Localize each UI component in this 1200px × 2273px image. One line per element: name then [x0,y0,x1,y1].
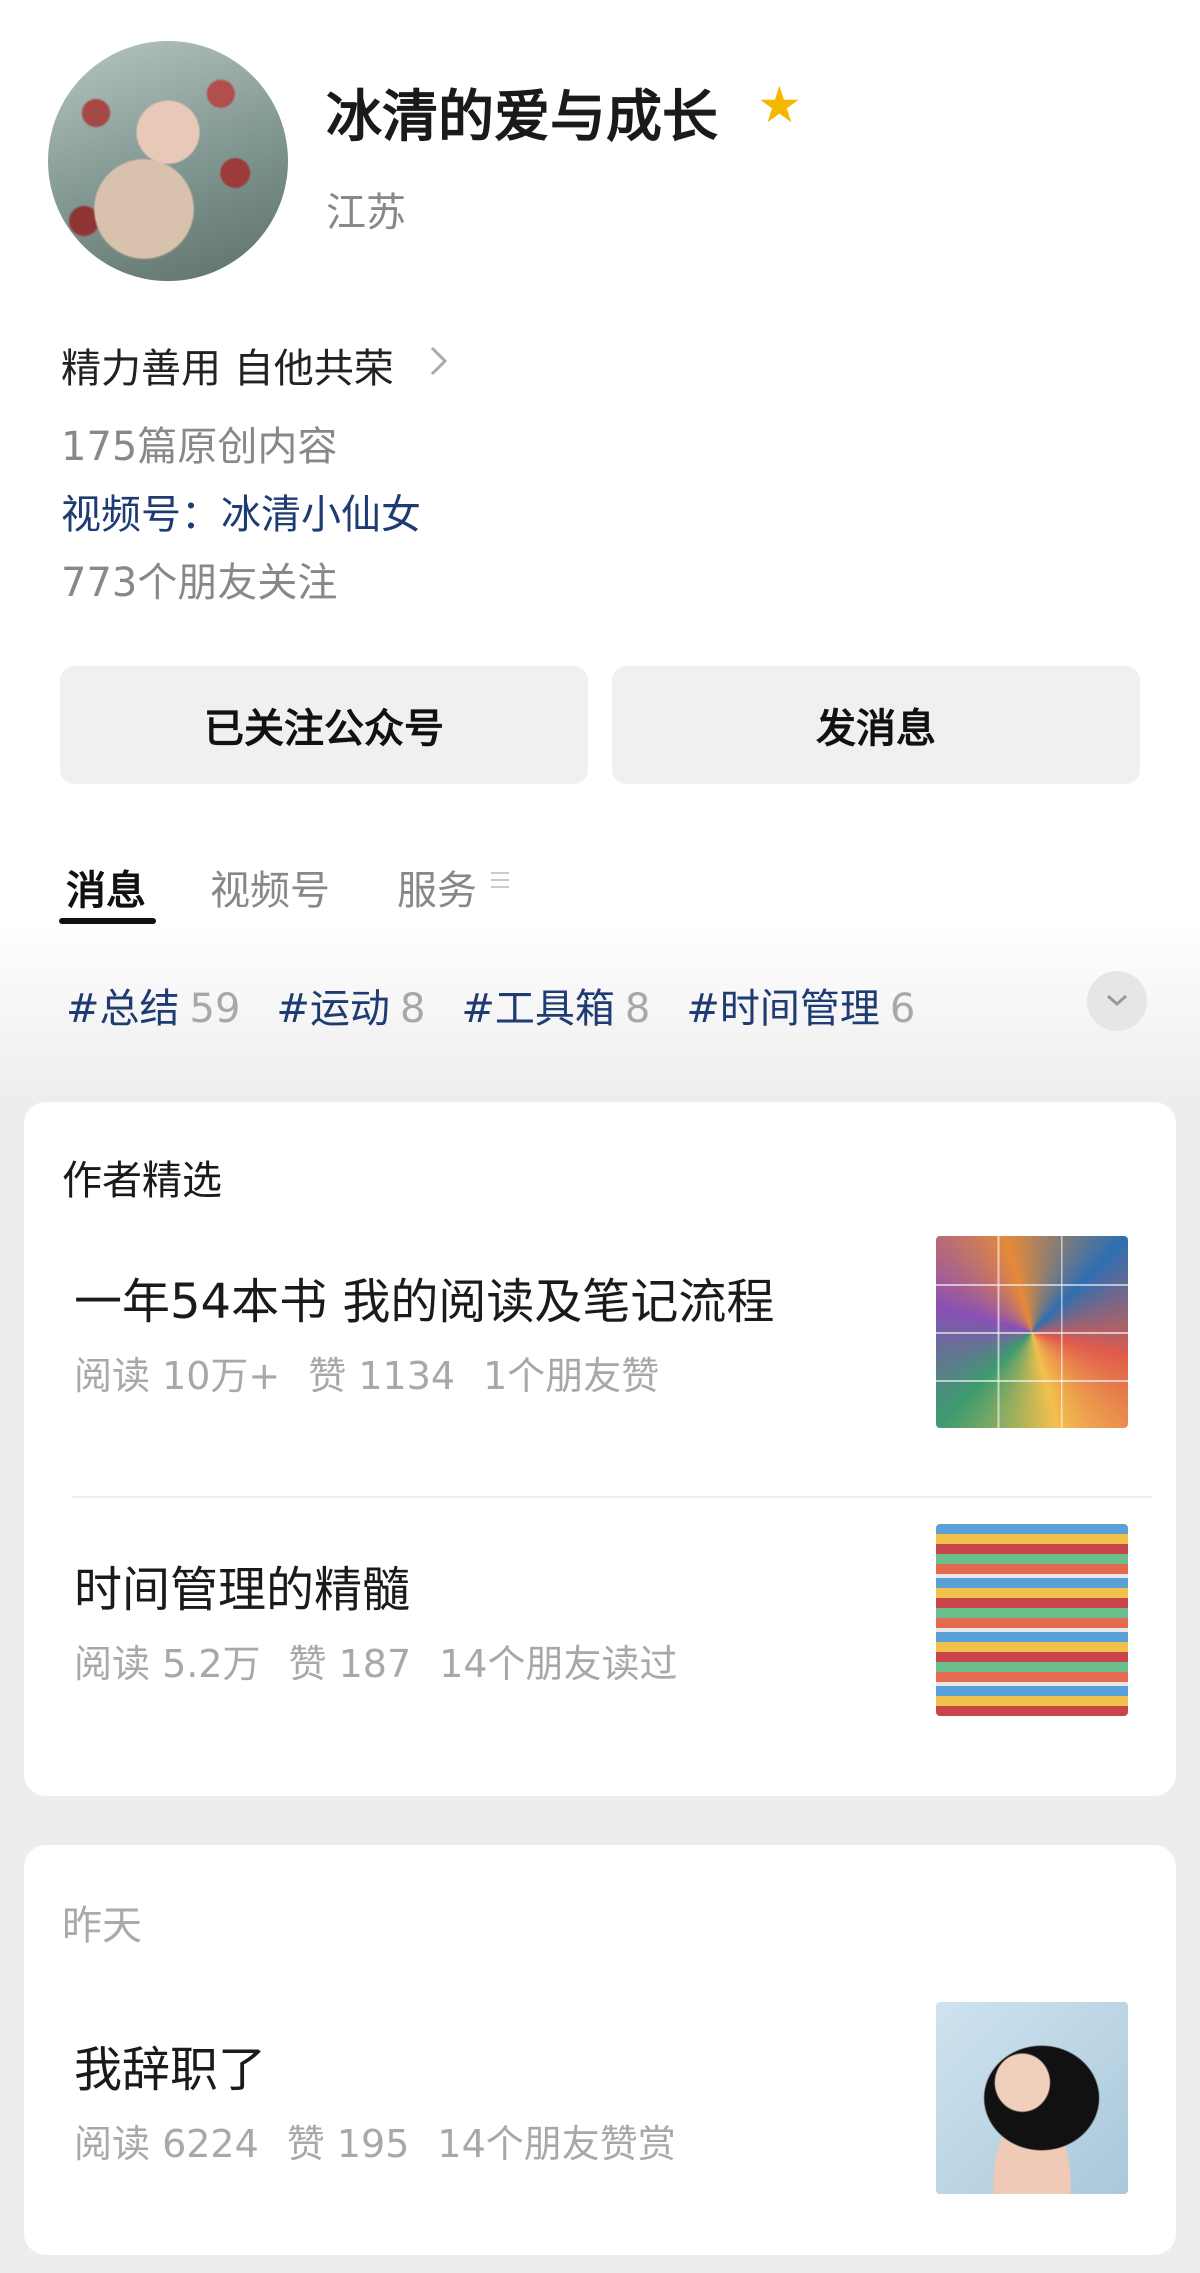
chevron-right-icon[interactable] [428,342,450,386]
tab-video-channel[interactable]: 视频号 [210,858,330,916]
article-thumbnail [936,2002,1128,2194]
article-title: 时间管理的精髓 [74,1562,411,1618]
chevron-down-icon [1105,992,1129,1011]
tab-messages[interactable]: 消息 [66,858,146,916]
article-item[interactable]: 一年54本书 我的阅读及笔记流程 阅读 10万+ 赞 1134 1个朋友赞 [24,1232,1176,1432]
article-meta: 阅读 6224 赞 195 14个朋友赞赏 [74,2122,676,2166]
recent-card: 昨天 我辞职了 阅读 6224 赞 195 14个朋友赞赏 [24,1845,1176,2255]
featured-card: 作者精选 一年54本书 我的阅读及笔记流程 阅读 10万+ 赞 1134 1个朋友赞… [24,1102,1176,1796]
date-label: 昨天 [62,1903,142,1949]
menu-icon [491,872,509,888]
featured-title: 作者精选 [62,1158,222,1204]
tag-item[interactable]: #时间管理 6 [686,976,915,1034]
expand-tags-button[interactable] [1087,971,1147,1031]
tag-item[interactable]: #工具箱 8 [461,976,650,1034]
followed-button[interactable]: 已关注公众号 [60,666,588,784]
tag-item[interactable]: #运动 8 [276,976,425,1034]
article-item[interactable]: 时间管理的精髓 阅读 5.2万赞 187 14个朋友读过 [24,1520,1176,1720]
tag-item[interactable]: #总结 59 [66,976,240,1034]
article-thumbnail [936,1236,1128,1428]
article-title: 我辞职了 [74,2042,267,2098]
divider [72,1496,1152,1498]
profile-avatar[interactable] [48,41,288,281]
account-intro[interactable]: 精力善用 自他共荣 [61,336,394,394]
article-item[interactable]: 我辞职了 阅读 6224 赞 195 14个朋友赞赏 [24,2000,1176,2200]
tag-bar: #总结 59 #运动 8 #工具箱 8 #时间管理 6 [66,976,915,1034]
friends-following: 773个朋友关注 [61,560,338,606]
account-region: 江苏 [326,190,406,236]
account-name: 冰清的爱与成长 [326,85,718,150]
article-meta: 阅读 10万+ 赞 1134 1个朋友赞 [74,1354,660,1398]
tab-services[interactable]: 服务 [397,858,477,916]
video-channel-link[interactable]: 视频号：冰清小仙女 [61,482,421,540]
article-title: 一年54本书 我的阅读及笔记流程 [74,1274,775,1330]
article-thumbnail [936,1524,1128,1716]
active-tab-indicator [59,918,156,924]
send-message-button[interactable]: 发消息 [612,666,1140,784]
star-icon: ★ [757,76,802,134]
original-count: 175篇原创内容 [61,424,338,470]
article-meta: 阅读 5.2万赞 187 14个朋友读过 [74,1642,678,1686]
